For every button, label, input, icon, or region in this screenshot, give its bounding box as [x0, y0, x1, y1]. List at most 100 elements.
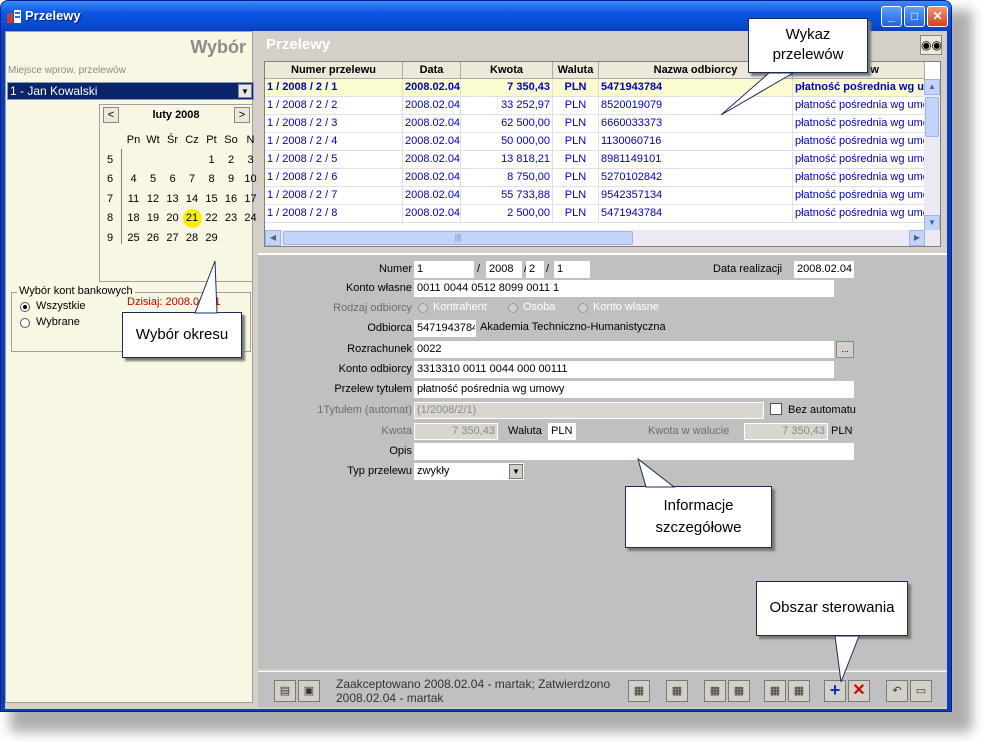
calendar-day[interactable]: 14 [183, 190, 202, 209]
opis-field[interactable] [414, 443, 854, 460]
callout-sterowania-pointer [834, 635, 860, 683]
maximize-button[interactable]: □ [904, 6, 925, 27]
calendar-day[interactable]: 5 [144, 170, 163, 189]
numer-part-1[interactable]: 1 [414, 261, 474, 278]
query-button[interactable]: ▦ [666, 680, 688, 702]
numer-part-2[interactable]: 2008 [486, 261, 522, 278]
typ-select[interactable]: zwykły [414, 463, 524, 480]
scroll-up-icon[interactable]: ▲ [924, 79, 940, 95]
find-button[interactable]: ◉◉ [920, 35, 942, 55]
table-row[interactable]: 1 / 2008 / 2 / 8 2008.02.04 2 500,00 PLN 547… [265, 205, 925, 223]
rozrachunek-label: Rozrachunek [347, 343, 412, 355]
calendar-day[interactable]: 4 [124, 170, 143, 189]
scroll-right-icon[interactable]: ▶ [909, 230, 925, 246]
callout-sterowania-text: Obszar sterowania [769, 599, 895, 616]
accept-button[interactable]: ▦ [628, 680, 650, 702]
calendar-day[interactable]: 15 [202, 190, 221, 209]
column-header[interactable]: Numer przelewu [265, 62, 403, 79]
calendar-day[interactable]: 20 [163, 209, 182, 228]
calendar-day[interactable]: 26 [144, 229, 163, 248]
odbiorca-id-field[interactable]: 5471943784 [414, 320, 476, 337]
data-realizacji-field[interactable]: 2008.02.04 [794, 261, 854, 278]
calendar-day[interactable]: 12 [144, 190, 163, 209]
calendar-day[interactable]: 11 [124, 190, 143, 209]
table-row[interactable]: 1 / 2008 / 2 / 3 2008.02.04 62 500,00 PLN 66… [265, 115, 925, 133]
rodzaj-kontrahent-radio[interactable] [418, 303, 428, 313]
calendar-day[interactable]: 1 [202, 151, 221, 170]
calendar-day[interactable]: 16 [222, 190, 241, 209]
grid-action-2-button[interactable]: ▦ [728, 680, 750, 702]
vertical-scroll-thumb[interactable] [925, 97, 939, 137]
radio-wybrane[interactable] [20, 318, 30, 328]
grid-action-4-button[interactable]: ▦ [788, 680, 810, 702]
horizontal-scroll-thumb[interactable]: ||| [283, 231, 633, 245]
table-cell: 1 / 2008 / 2 / 4 [265, 133, 403, 151]
numer-part-3[interactable]: 2 [526, 261, 544, 278]
grid-action-3-button[interactable]: ▦ [764, 680, 786, 702]
table-cell: 1 / 2008 / 2 / 7 [265, 187, 403, 205]
calendar-day[interactable]: 7 [183, 170, 202, 189]
grid-action-1-button[interactable]: ▦ [704, 680, 726, 702]
table-row[interactable]: 1 / 2008 / 2 / 1 2008.02.04 7 350,43 PLN 547… [265, 79, 925, 97]
calendar-day[interactable]: 2 [222, 151, 241, 170]
delete-button[interactable]: ✕ [848, 680, 870, 702]
save-button[interactable]: ▭ [910, 680, 932, 702]
calendar-day[interactable]: 19 [144, 209, 163, 228]
numer-part-4[interactable]: 1 [554, 261, 590, 278]
column-header[interactable]: Kwota [461, 62, 553, 79]
calendar-day[interactable]: 25 [124, 229, 143, 248]
rodzaj-konto-radio[interactable] [578, 303, 588, 313]
calendar-day[interactable]: 22 [202, 209, 221, 228]
kwota-label: Kwota [381, 425, 412, 437]
chevron-down-icon[interactable]: ▼ [509, 464, 523, 479]
bez-automatu-checkbox[interactable] [770, 403, 782, 415]
radio-wszystkie[interactable] [20, 302, 30, 312]
table-row[interactable]: 1 / 2008 / 2 / 4 2008.02.04 50 000,00 PLN 11… [265, 133, 925, 151]
column-header[interactable]: Waluta [553, 62, 599, 79]
calendar-day[interactable]: 23 [222, 209, 241, 228]
table-row[interactable]: 1 / 2008 / 2 / 5 2008.02.04 13 818,21 PLN 89… [265, 151, 925, 169]
preview-button[interactable]: ▣ [298, 680, 320, 702]
calendar-day[interactable]: 27 [163, 229, 182, 248]
tytul-field[interactable]: płatność pośrednia wg umowy [414, 381, 854, 398]
rozrachunek-field[interactable]: 0022 [414, 341, 834, 358]
horizontal-scrollbar[interactable]: ◀ ||| ▶ [265, 230, 940, 246]
table-row[interactable]: 1 / 2008 / 2 / 6 2008.02.04 8 750,00 PLN 527… [265, 169, 925, 187]
table-cell: płatność pośrednia wg umowy [793, 115, 925, 133]
konto-odbiorcy-field[interactable]: 3313310 0011 0044 000 00111 [414, 361, 834, 378]
close-window-button[interactable]: ✕ [927, 6, 948, 27]
calendar-day[interactable]: 18 [124, 209, 143, 228]
callout-informacje: Informacje szczegółowe [625, 457, 772, 548]
konto-wlasne-field[interactable]: 0011 0044 0512 8099 0011 1 [414, 280, 834, 297]
binoculars-icon: ◉◉ [921, 38, 942, 52]
vertical-scrollbar[interactable]: ▲ ▼ [924, 79, 940, 231]
list-title: Przelewy [266, 36, 331, 53]
waluta-field[interactable]: PLN [548, 423, 576, 440]
chevron-down-icon[interactable]: ▼ [238, 84, 252, 98]
scroll-left-icon[interactable]: ◀ [265, 230, 281, 246]
calendar-day[interactable]: 13 [163, 190, 182, 209]
place-select[interactable]: 1 - Jan Kowalski ▼ [7, 82, 254, 100]
calendar-day[interactable]: 28 [183, 229, 202, 248]
rozrachunek-browse-button[interactable]: ... [836, 341, 854, 358]
numer-sep-1: / [477, 263, 481, 275]
table-row[interactable]: 1 / 2008 / 2 / 7 2008.02.04 55 733,88 PLN 95… [265, 187, 925, 205]
minimize-button[interactable]: _ [881, 6, 902, 27]
table-icon: ▦ [793, 685, 805, 697]
weekday-header: Śr [167, 134, 178, 146]
next-month-button[interactable]: > [234, 107, 250, 123]
calendar-day[interactable]: 21 [182, 209, 202, 228]
prev-month-button[interactable]: < [103, 107, 119, 123]
scroll-down-icon[interactable]: ▼ [924, 215, 940, 231]
save-icon: ▭ [915, 685, 927, 697]
calendar-day[interactable]: 6 [163, 170, 182, 189]
undo-button[interactable]: ↶ [886, 680, 908, 702]
column-header[interactable]: Data [403, 62, 461, 79]
calendar-day[interactable]: 29 [202, 229, 221, 248]
table-row[interactable]: 1 / 2008 / 2 / 2 2008.02.04 33 252,97 PLN 85… [265, 97, 925, 115]
calendar-day[interactable]: 9 [222, 170, 241, 189]
print-button[interactable]: ▤ [274, 680, 296, 702]
calendar-day[interactable]: 8 [202, 170, 221, 189]
add-button[interactable]: + [824, 680, 846, 702]
rodzaj-osoba-radio[interactable] [508, 303, 518, 313]
